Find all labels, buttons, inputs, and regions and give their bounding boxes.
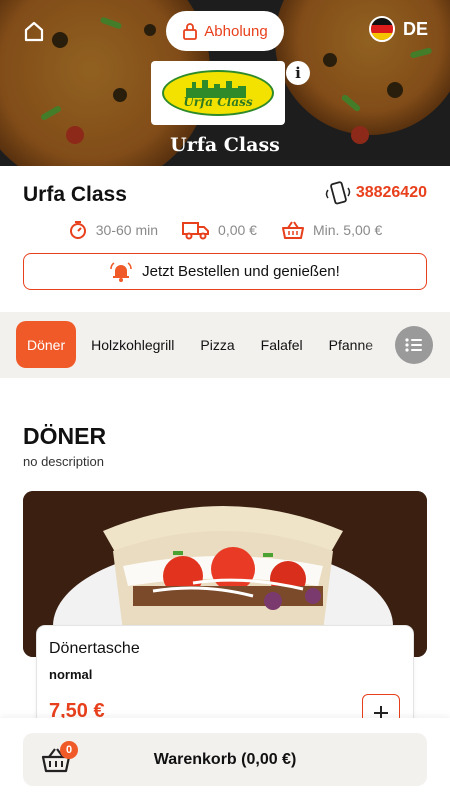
cart-button[interactable]: 0 Warenkorb (0,00 €) [23,733,427,786]
pickup-label: Abholung [204,22,268,40]
logo-emblem: Urfa Class [162,70,274,116]
info-icon[interactable]: i [286,61,310,85]
basket-icon [281,221,304,239]
timer-icon [69,221,86,239]
phone-icon [325,181,351,205]
restaurant-banner-title: Urfa Class [170,134,280,156]
delivery-fee: 0,00 € [182,220,257,240]
home-button[interactable] [20,18,48,46]
category-tab-pizza[interactable]: Pizza [187,321,247,368]
min-order-text: Min. 5,00 € [312,222,383,238]
delivery-time: 30-60 min [68,220,158,240]
category-list: Döner Holzkohlegrill Pizza Falafel Pfann… [16,321,386,368]
delivery-fee-text: 0,00 € [218,222,257,238]
min-order: Min. 5,00 € [281,220,382,240]
list-icon [405,338,422,352]
delivery-time-text: 30-60 min [95,222,159,238]
delivery-meta: 30-60 min 0,00 € Min. 5,00 € [0,220,450,240]
home-icon [24,21,44,42]
language-selector[interactable]: DE [368,16,428,42]
restaurant-logo: Urfa Class [151,61,285,125]
order-now-label: Jetzt Bestellen und genießen! [142,263,340,280]
hero-banner: Abholung DE Urfa Class i Urfa Class [0,0,450,166]
language-code: DE [402,18,428,39]
category-tab-doener[interactable]: Döner [16,321,77,368]
logo-skyline-graphic [186,80,246,98]
cart-label: Warenkorb (0,00 €) [153,750,297,768]
lock-icon [183,23,198,40]
restaurant-name: Urfa Class [23,183,127,206]
section-title: DÖNER [23,423,107,449]
category-bar: Döner Holzkohlegrill Pizza Falafel Pfann… [0,312,450,378]
category-list-button[interactable] [395,326,433,364]
pickup-toggle-button[interactable]: Abholung [166,11,284,51]
phone-link[interactable]: 38826420 [324,180,427,206]
category-tab-holzkohlegrill[interactable]: Holzkohlegrill [78,321,187,368]
order-now-button[interactable]: Jetzt Bestellen und genießen! [23,253,427,290]
product-variant: normal [49,667,93,682]
delivery-truck-icon [182,222,210,240]
phone-number: 38826420 [355,184,427,201]
category-tab-falafel[interactable]: Falafel [248,321,316,368]
bell-icon [110,261,132,282]
section-description: no description [23,454,104,469]
restaurant-info: Urfa Class 38826420 30-60 min 0,00 € Min… [0,166,450,310]
cart-footer: 0 Warenkorb (0,00 €) [0,718,450,800]
product-name: Dönertasche [49,640,140,657]
germany-flag-icon [368,16,395,42]
